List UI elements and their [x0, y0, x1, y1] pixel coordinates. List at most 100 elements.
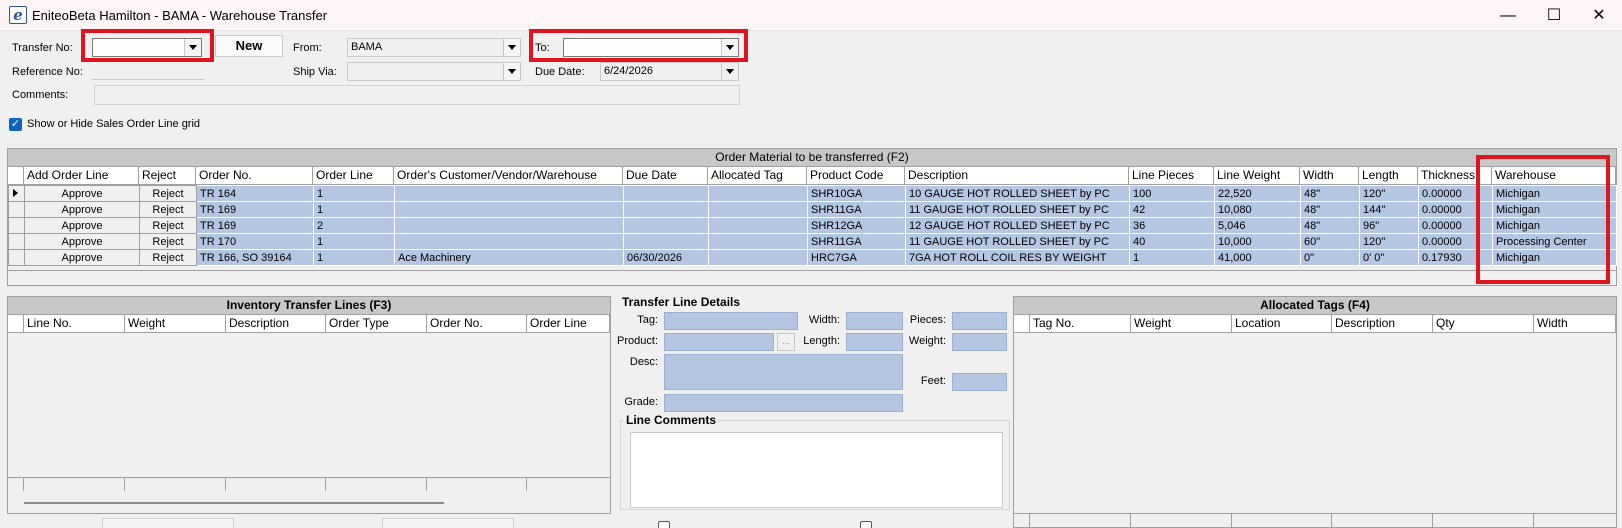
cell-line-weight[interactable]: 41,000: [1214, 249, 1301, 266]
cell-thickness[interactable]: 0.00000: [1418, 185, 1493, 202]
cell-product-code[interactable]: SHR11GA: [807, 201, 906, 218]
product-field[interactable]: [664, 333, 774, 351]
table-row[interactable]: Approve Reject TR 169 2 SHR12GA 12 GAUGE…: [8, 217, 1617, 234]
col-length[interactable]: Length: [1359, 167, 1418, 185]
minimize-button[interactable]: —: [1485, 2, 1531, 29]
cell-customer[interactable]: [394, 217, 624, 234]
weight-field[interactable]: [952, 333, 1007, 351]
from-combo[interactable]: BAMA: [347, 38, 521, 57]
cell-line-pieces[interactable]: 42: [1129, 201, 1215, 218]
col-order-line[interactable]: Order Line: [527, 315, 610, 333]
show-hide-checkbox[interactable]: ✓: [9, 118, 22, 131]
table-row[interactable]: Approve Reject TR 164 1 SHR10GA 10 GAUGE…: [8, 185, 1617, 202]
col-location[interactable]: Location: [1232, 315, 1332, 333]
grade-field[interactable]: [664, 394, 903, 412]
col-order-type[interactable]: Order Type: [326, 315, 427, 333]
cell-order-line[interactable]: 2: [313, 217, 395, 234]
approve-button[interactable]: Approve: [24, 201, 140, 218]
cell-length[interactable]: 0' 0": [1359, 249, 1419, 266]
cell-due-date[interactable]: [623, 217, 709, 234]
cell-description[interactable]: 11 GAUGE HOT ROLLED SHEET by PC: [905, 233, 1130, 250]
chevron-down-icon[interactable]: [503, 39, 520, 56]
cell-product-code[interactable]: SHR11GA: [807, 233, 906, 250]
cell-allocated-tag[interactable]: [708, 249, 808, 266]
cell-due-date[interactable]: [623, 185, 709, 202]
cell-allocated-tag[interactable]: [708, 233, 808, 250]
cell-line-weight[interactable]: 10,080: [1214, 201, 1301, 218]
row-selector[interactable]: [8, 201, 25, 218]
cell-customer[interactable]: [394, 201, 624, 218]
cell-width[interactable]: 48": [1300, 217, 1360, 234]
table-row[interactable]: Approve Reject TR 170 1 SHR11GA 11 GAUGE…: [8, 233, 1617, 250]
cell-customer[interactable]: [394, 185, 624, 202]
length-field[interactable]: [846, 333, 903, 351]
cell-thickness[interactable]: 0.00000: [1418, 217, 1493, 234]
col-line-weight[interactable]: Line Weight: [1214, 167, 1300, 185]
col-width[interactable]: Width: [1534, 315, 1616, 333]
cell-description[interactable]: 12 GAUGE HOT ROLLED SHEET by PC: [905, 217, 1130, 234]
col-tag-no[interactable]: Tag No.: [1030, 315, 1131, 333]
cell-line-weight[interactable]: 10,000: [1214, 233, 1301, 250]
col-warehouse[interactable]: Warehouse: [1492, 167, 1616, 185]
chevron-down-icon[interactable]: [721, 39, 738, 56]
cell-line-pieces[interactable]: 40: [1129, 233, 1215, 250]
add-stock-button[interactable]: [102, 518, 234, 528]
col-order-no[interactable]: Order No.: [196, 167, 313, 185]
col-order-no[interactable]: Order No.: [427, 315, 527, 333]
cell-order-line[interactable]: 1: [313, 201, 395, 218]
cell-order-no[interactable]: TR 166, SO 39164: [196, 249, 314, 266]
cell-order-no[interactable]: TR 169: [196, 217, 314, 234]
cell-warehouse[interactable]: Processing Center: [1492, 233, 1617, 250]
approve-button[interactable]: Approve: [24, 233, 140, 250]
table-row[interactable]: Approve Reject TR 166, SO 39164 1 Ace Ma…: [8, 249, 1617, 266]
reject-button[interactable]: Reject: [139, 233, 197, 250]
cell-length[interactable]: 96": [1359, 217, 1419, 234]
cell-thickness[interactable]: 0.17930: [1418, 249, 1493, 266]
cell-length[interactable]: 120": [1359, 233, 1419, 250]
maximize-button[interactable]: ☐: [1531, 2, 1577, 29]
col-order-line[interactable]: Order Line: [313, 167, 394, 185]
remove-button[interactable]: [382, 518, 514, 528]
cell-thickness[interactable]: 0.00000: [1418, 233, 1493, 250]
cell-width[interactable]: 60": [1300, 233, 1360, 250]
col-qty[interactable]: Qty: [1433, 315, 1534, 333]
new-button[interactable]: New: [215, 35, 283, 57]
cell-due-date[interactable]: [623, 201, 709, 218]
cell-product-code[interactable]: HRC7GA: [807, 249, 906, 266]
cell-order-line[interactable]: 1: [313, 233, 395, 250]
product-browse-button[interactable]: ...: [777, 333, 795, 351]
width-field[interactable]: [846, 312, 903, 330]
ship-via-combo[interactable]: [347, 62, 521, 81]
cell-description[interactable]: 7GA HOT ROLL COIL RES BY WEIGHT: [905, 249, 1130, 266]
col-add-order-line[interactable]: Add Order Line: [24, 167, 139, 185]
cell-width[interactable]: 48": [1300, 185, 1360, 202]
cell-product-code[interactable]: SHR12GA: [807, 217, 906, 234]
pieces-field[interactable]: [952, 312, 1007, 330]
col-description[interactable]: Description: [226, 315, 326, 333]
col-customer[interactable]: Order's Customer/Vendor/Warehouse: [394, 167, 623, 185]
cell-line-weight[interactable]: 22,520: [1214, 185, 1301, 202]
due-date-picker[interactable]: 6/24/2026: [600, 62, 739, 81]
cell-description[interactable]: 10 GAUGE HOT ROLLED SHEET by PC: [905, 185, 1130, 202]
cell-due-date[interactable]: 06/30/2026: [623, 249, 709, 266]
col-description[interactable]: Description: [1332, 315, 1433, 333]
reject-button[interactable]: Reject: [139, 185, 197, 202]
cell-due-date[interactable]: [623, 233, 709, 250]
match-grade-checkbox[interactable]: [860, 521, 872, 528]
cell-order-no[interactable]: TR 169: [196, 201, 314, 218]
cell-description[interactable]: 11 GAUGE HOT ROLLED SHEET by PC: [905, 201, 1130, 218]
row-selector[interactable]: [8, 233, 25, 250]
col-description[interactable]: Description: [905, 167, 1129, 185]
cell-width[interactable]: 0": [1300, 249, 1360, 266]
calendar-dropdown-icon[interactable]: [721, 63, 738, 80]
reject-button[interactable]: Reject: [139, 201, 197, 218]
match-width-length-checkbox[interactable]: [658, 521, 670, 528]
col-product-code[interactable]: Product Code: [807, 167, 905, 185]
cell-warehouse[interactable]: Michigan: [1492, 249, 1617, 266]
col-due-date[interactable]: Due Date: [623, 167, 708, 185]
cell-width[interactable]: 48": [1300, 201, 1360, 218]
cell-warehouse[interactable]: Michigan: [1492, 185, 1617, 202]
col-weight[interactable]: Weight: [1131, 315, 1232, 333]
transfer-no-combo[interactable]: [92, 38, 202, 57]
table-row[interactable]: Approve Reject TR 169 1 SHR11GA 11 GAUGE…: [8, 201, 1617, 218]
